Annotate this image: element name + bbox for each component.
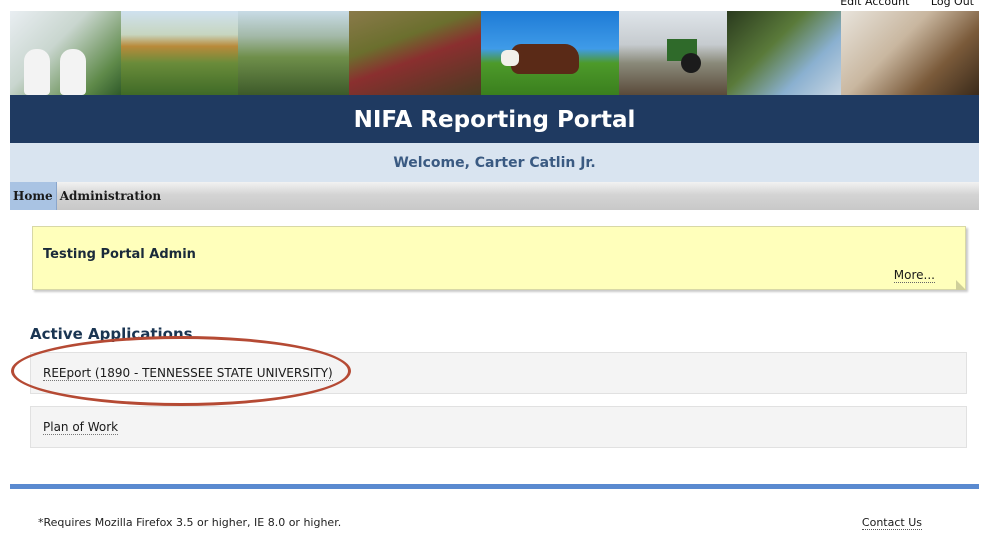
- contact-us-link[interactable]: Contact Us: [861, 516, 922, 530]
- page-curl-decoration: [956, 280, 966, 290]
- account-links: Edit Account Log Out: [822, 0, 974, 8]
- scientist-figure: [24, 49, 50, 95]
- scientist-figure: [60, 49, 86, 95]
- announcement-title: Testing Portal Admin: [43, 247, 196, 262]
- nav-tab-home[interactable]: Home: [10, 182, 57, 210]
- banner-photo-seedlings: [727, 11, 841, 95]
- banner-photo-farm-road: [121, 11, 238, 95]
- application-link-plan-of-work[interactable]: Plan of Work: [43, 420, 119, 435]
- nav-tab-administration[interactable]: Administration: [57, 182, 164, 210]
- banner-photo-lab: [841, 11, 979, 95]
- main-nav: Home Administration: [10, 182, 979, 210]
- announcement-box: Testing Portal Admin More...: [32, 226, 966, 290]
- banner-photo-aerial-fields: [238, 11, 349, 95]
- banner-photo-vineyard: [349, 11, 481, 95]
- edit-account-link[interactable]: Edit Account: [840, 0, 909, 8]
- welcome-message: Welcome, Carter Catlin Jr.: [10, 143, 979, 182]
- footer-divider: [10, 484, 979, 489]
- browser-requirements-note: *Requires Mozilla Firefox 3.5 or higher,…: [38, 516, 342, 529]
- application-item[interactable]: REEport (1890 - TENNESSEE STATE UNIVERSI…: [30, 352, 967, 394]
- cow-figure: [501, 44, 579, 74]
- banner-photo-scientists: [10, 11, 121, 95]
- announcement-more-link[interactable]: More...: [893, 268, 935, 283]
- application-link-reeport[interactable]: REEport (1890 - TENNESSEE STATE UNIVERSI…: [43, 366, 333, 381]
- banner-photo-tractor: [619, 11, 727, 95]
- application-item[interactable]: Plan of Work: [30, 406, 967, 448]
- portal-title: NIFA Reporting Portal: [10, 95, 979, 143]
- tractor-figure: [667, 39, 701, 73]
- header-photo-banner: [10, 11, 979, 95]
- logout-link[interactable]: Log Out: [931, 0, 974, 8]
- banner-photo-cow: [481, 11, 619, 95]
- active-applications-heading: Active Applications: [30, 325, 193, 343]
